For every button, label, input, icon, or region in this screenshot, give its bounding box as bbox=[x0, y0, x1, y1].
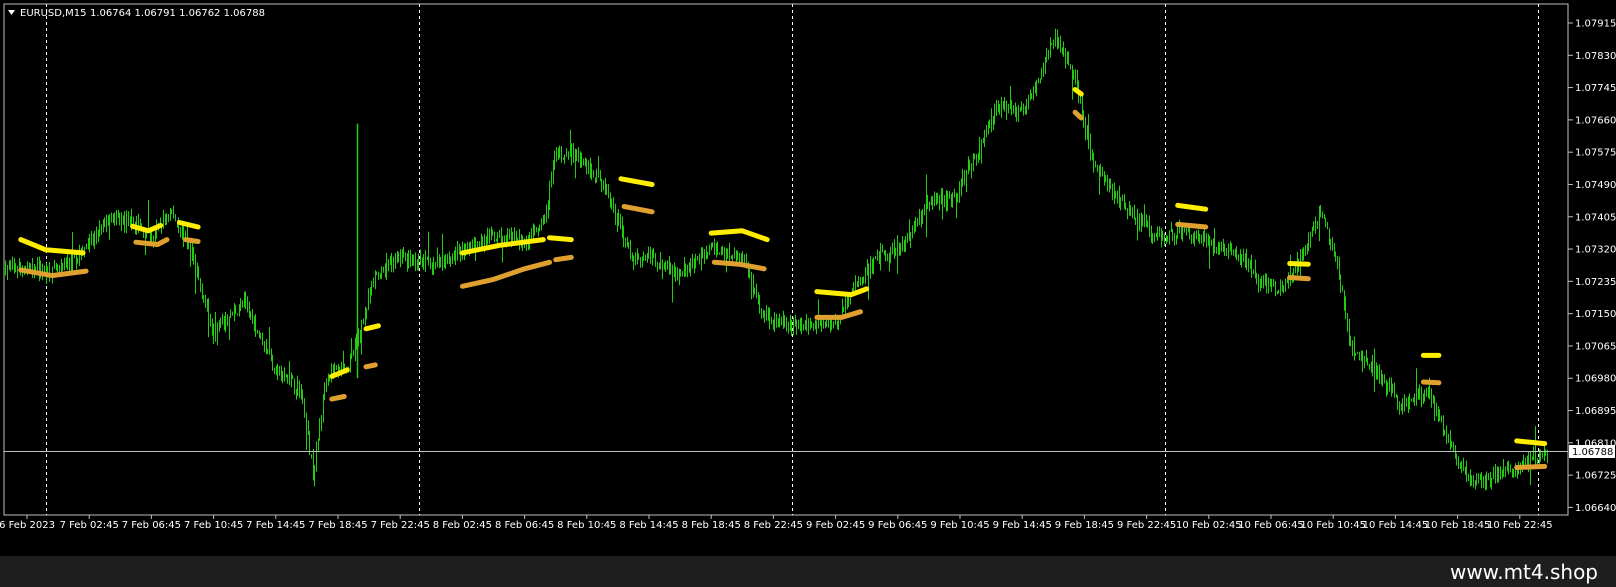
x-tick-label-13: 9 Feb 02:45 bbox=[806, 520, 865, 531]
chart-window[interactable]: 1.07915 1.07830 1.07745 1.07660 1.07575 1.074… bbox=[0, 0, 1616, 556]
resistance-level-6 bbox=[547, 235, 574, 243]
x-tick-label-6: 7 Feb 22:45 bbox=[371, 520, 430, 531]
support-level-5 bbox=[459, 259, 552, 289]
x-tick-label-17: 9 Feb 18:45 bbox=[1055, 520, 1114, 531]
resistance-level-11 bbox=[1175, 202, 1209, 212]
x-tick-label-14: 9 Feb 06:45 bbox=[868, 520, 927, 531]
x-tick-label-20: 10 Feb 06:45 bbox=[1238, 520, 1304, 531]
x-tick-label-8: 8 Feb 06:45 bbox=[495, 520, 554, 531]
ohlc-label: 1.06764 1.06791 1.06762 1.06788 bbox=[90, 8, 265, 19]
support-level-2 bbox=[183, 237, 201, 244]
resistance-level-14 bbox=[1514, 438, 1548, 447]
time-axis: 6 Feb 2023 7 Feb 02:45 7 Feb 06:45 7 Feb 10… bbox=[0, 515, 1553, 531]
y-tick-label-7: 1.07320 bbox=[1575, 245, 1616, 256]
support-level-9 bbox=[814, 309, 863, 320]
y-tick-label-11: 1.06980 bbox=[1575, 374, 1616, 385]
resistance-level-7 bbox=[618, 176, 655, 187]
resistance-level-8 bbox=[708, 228, 770, 243]
y-tick-label-5: 1.07490 bbox=[1575, 180, 1616, 191]
x-tick-label-21: 10 Feb 10:45 bbox=[1300, 520, 1366, 531]
x-tick-label-10: 8 Feb 14:45 bbox=[619, 520, 678, 531]
chart-header: EURUSD,M15 1.06764 1.06791 1.06762 1.067… bbox=[8, 8, 265, 19]
resistance-level-1 bbox=[130, 223, 164, 234]
x-tick-label-22: 10 Feb 14:45 bbox=[1363, 520, 1429, 531]
resistance-level-10 bbox=[1072, 87, 1084, 97]
y-tick-label-1: 1.07830 bbox=[1575, 51, 1616, 62]
y-tick-label-15: 1.06640 bbox=[1575, 503, 1616, 514]
y-tick-label-0: 1.07915 bbox=[1575, 18, 1616, 29]
support-level-11 bbox=[1175, 221, 1209, 230]
x-tick-label-1: 7 Feb 02:45 bbox=[60, 520, 119, 531]
x-tick-label-2: 7 Feb 06:45 bbox=[122, 520, 181, 531]
x-tick-label-19: 10 Feb 02:45 bbox=[1176, 520, 1242, 531]
plot-border bbox=[3, 3, 1569, 516]
support-level-7 bbox=[621, 204, 655, 215]
y-tick-label-9: 1.07150 bbox=[1575, 309, 1616, 320]
price-label: 1.06788 bbox=[1569, 445, 1615, 458]
x-tick-label-24: 10 Feb 22:45 bbox=[1487, 520, 1553, 531]
resistance-level-4 bbox=[363, 323, 381, 332]
x-tick-label-12: 8 Feb 22:45 bbox=[744, 520, 803, 531]
support-level-12 bbox=[1287, 275, 1311, 282]
level-indicators bbox=[18, 87, 1548, 470]
x-tick-label-15: 9 Feb 10:45 bbox=[930, 520, 989, 531]
resistance-level-9 bbox=[814, 286, 870, 298]
y-tick-label-14: 1.06725 bbox=[1575, 471, 1616, 482]
y-tick-label-2: 1.07745 bbox=[1575, 83, 1616, 94]
support-level-10 bbox=[1072, 109, 1084, 121]
resistance-level-12 bbox=[1287, 261, 1311, 267]
x-tick-label-18: 9 Feb 22:45 bbox=[1117, 520, 1176, 531]
y-tick-label-8: 1.07235 bbox=[1575, 277, 1616, 288]
support-level-14 bbox=[1514, 463, 1548, 470]
support-level-3 bbox=[329, 394, 347, 402]
price-chart[interactable]: 1.07915 1.07830 1.07745 1.07660 1.07575 1.074… bbox=[0, 0, 1616, 556]
x-tick-label-16: 9 Feb 14:45 bbox=[993, 520, 1052, 531]
x-tick-label-5: 7 Feb 18:45 bbox=[308, 520, 367, 531]
x-tick-label-11: 8 Feb 18:45 bbox=[682, 520, 741, 531]
x-tick-label-4: 7 Feb 14:45 bbox=[246, 520, 305, 531]
support-level-0 bbox=[18, 267, 89, 279]
y-tick-label-10: 1.07065 bbox=[1575, 341, 1616, 352]
day-separators bbox=[46, 4, 1539, 515]
candles bbox=[5, 28, 1548, 491]
symbol-label: EURUSD,M15 bbox=[20, 8, 86, 19]
x-tick-label-3: 7 Feb 10:45 bbox=[184, 520, 243, 531]
support-level-6 bbox=[553, 254, 574, 263]
y-tick-label-12: 1.06895 bbox=[1575, 406, 1616, 417]
support-level-8 bbox=[711, 259, 767, 272]
footer-bar: www.mt4.shop bbox=[0, 556, 1616, 587]
y-tick-label-4: 1.07575 bbox=[1575, 148, 1616, 159]
watermark: www.mt4.shop bbox=[1449, 560, 1598, 584]
support-level-4 bbox=[363, 362, 378, 370]
x-tick-label-9: 8 Feb 10:45 bbox=[557, 520, 616, 531]
x-tick-label-0: 6 Feb 2023 bbox=[0, 520, 55, 531]
current-price-label: 1.06788 bbox=[1572, 447, 1613, 458]
support-level-13 bbox=[1420, 379, 1442, 386]
collapse-triangle-icon[interactable] bbox=[8, 10, 15, 15]
resistance-level-0 bbox=[18, 237, 86, 256]
x-tick-label-7: 8 Feb 02:45 bbox=[433, 520, 492, 531]
price-axis: 1.07915 1.07830 1.07745 1.07660 1.07575 1.074… bbox=[1568, 18, 1616, 514]
y-tick-label-6: 1.07405 bbox=[1575, 212, 1616, 223]
x-tick-label-23: 10 Feb 18:45 bbox=[1425, 520, 1491, 531]
y-tick-label-3: 1.07660 bbox=[1575, 115, 1616, 126]
